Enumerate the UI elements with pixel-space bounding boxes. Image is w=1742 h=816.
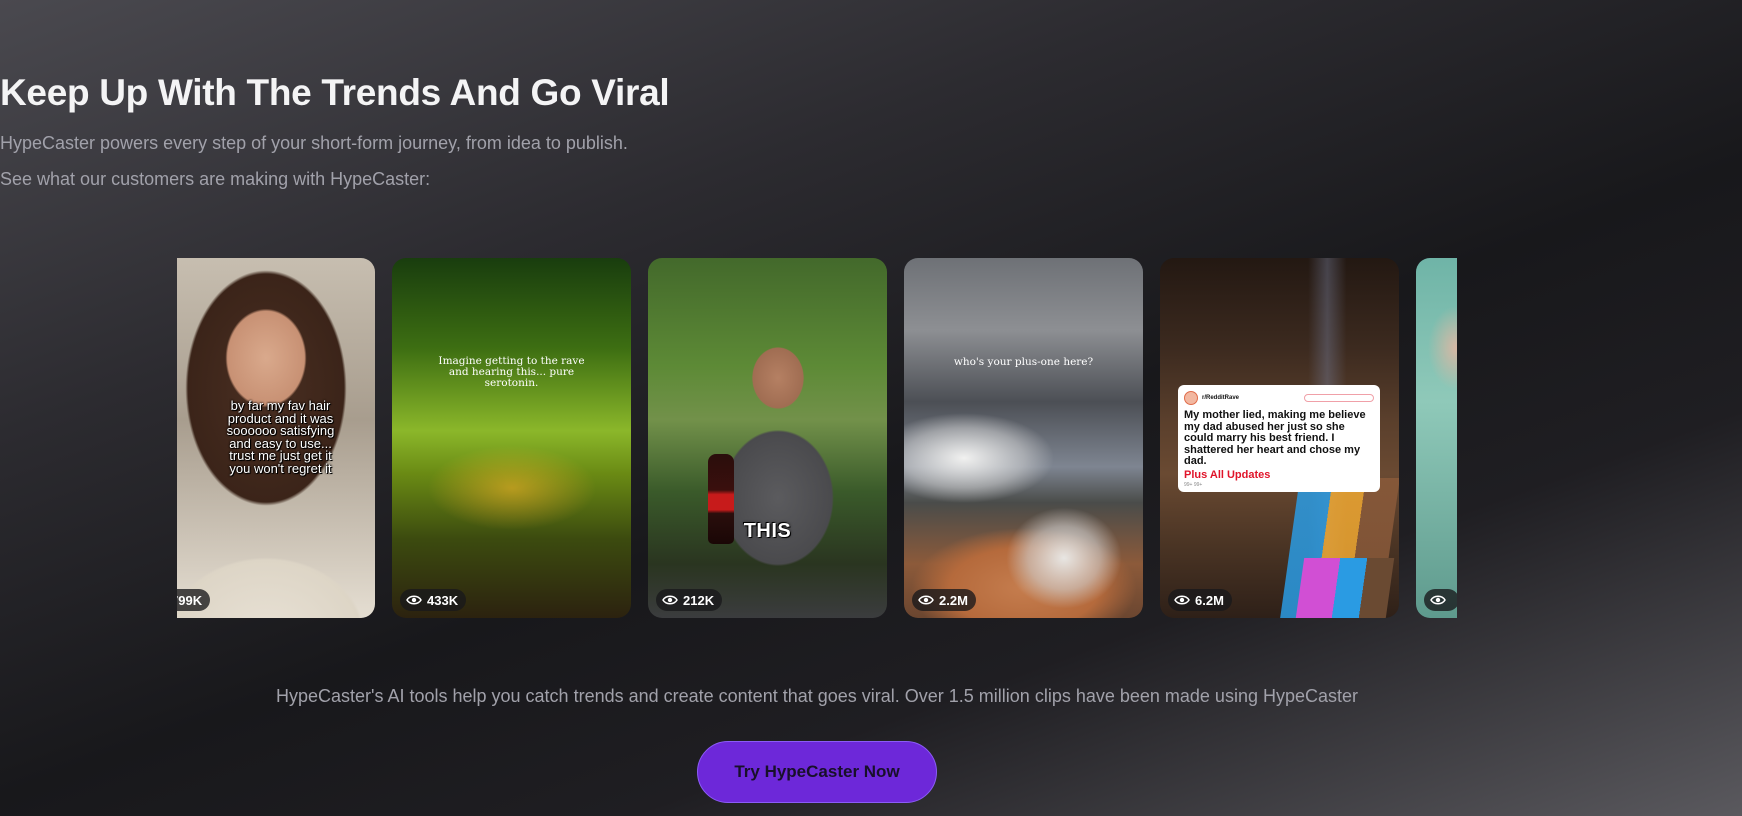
view-count: 2.2M xyxy=(939,592,968,608)
video-caption: who's your plus-one here? xyxy=(953,356,1094,368)
reddit-post-footer: 99+ 99+ xyxy=(1184,481,1203,488)
view-count-badge: 799K xyxy=(177,589,211,611)
view-count: 6.2M xyxy=(1195,592,1224,608)
eye-icon xyxy=(918,595,934,605)
reddit-post-header: r/RedditRave xyxy=(1184,389,1374,407)
view-count: 433K xyxy=(427,592,459,608)
reddit-username: r/RedditRave xyxy=(1202,395,1240,401)
reddit-post-link: Plus All Updates xyxy=(1184,468,1271,481)
reddit-badge xyxy=(1304,394,1374,402)
view-count-badge: 6.2M xyxy=(1168,589,1232,611)
video-card[interactable]: THIS 212K xyxy=(648,258,887,618)
view-count: 799K xyxy=(177,592,203,608)
try-hypecaster-button[interactable]: Try HypeCaster Now xyxy=(697,741,937,803)
view-count-badge xyxy=(1424,589,1457,611)
view-count-badge: 2.2M xyxy=(912,589,976,611)
video-card[interactable] xyxy=(1416,258,1457,618)
video-carousel[interactable]: by far my fav hair product and it was so… xyxy=(177,258,1457,618)
view-count: 212K xyxy=(683,592,715,608)
hero-subtitle: HypeCaster powers every step of your sho… xyxy=(0,133,628,153)
game-floor xyxy=(1295,558,1395,618)
video-card[interactable]: r/RedditRave My mother lied, making me b… xyxy=(1160,258,1399,618)
video-caption: by far my fav hair product and it was so… xyxy=(226,398,335,476)
video-card[interactable]: who's your plus-one here? 2.2M xyxy=(904,258,1143,618)
eye-icon xyxy=(406,595,422,605)
eye-icon xyxy=(1174,595,1190,605)
video-caption: Imagine getting to the rave and hearing … xyxy=(438,355,585,389)
reddit-post-body: My mother lied, making me believe my dad… xyxy=(1184,409,1366,467)
video-card[interactable]: by far my fav hair product and it was so… xyxy=(177,258,375,618)
page-title: Keep Up With The Trends And Go Viral xyxy=(0,72,670,113)
reddit-post-card: r/RedditRave My mother lied, making me b… xyxy=(1178,385,1380,492)
showcase-intro: See what our customers are making with H… xyxy=(0,169,431,189)
view-count-badge: 433K xyxy=(400,589,467,611)
eye-icon xyxy=(662,595,678,605)
view-count-badge: 212K xyxy=(656,589,723,611)
avatar xyxy=(1184,391,1198,405)
video-card[interactable]: Imagine getting to the rave and hearing … xyxy=(392,258,631,618)
eye-icon xyxy=(1430,595,1446,605)
video-caption: THIS xyxy=(743,520,792,542)
tagline: HypeCaster's AI tools help you catch tre… xyxy=(275,686,1358,706)
